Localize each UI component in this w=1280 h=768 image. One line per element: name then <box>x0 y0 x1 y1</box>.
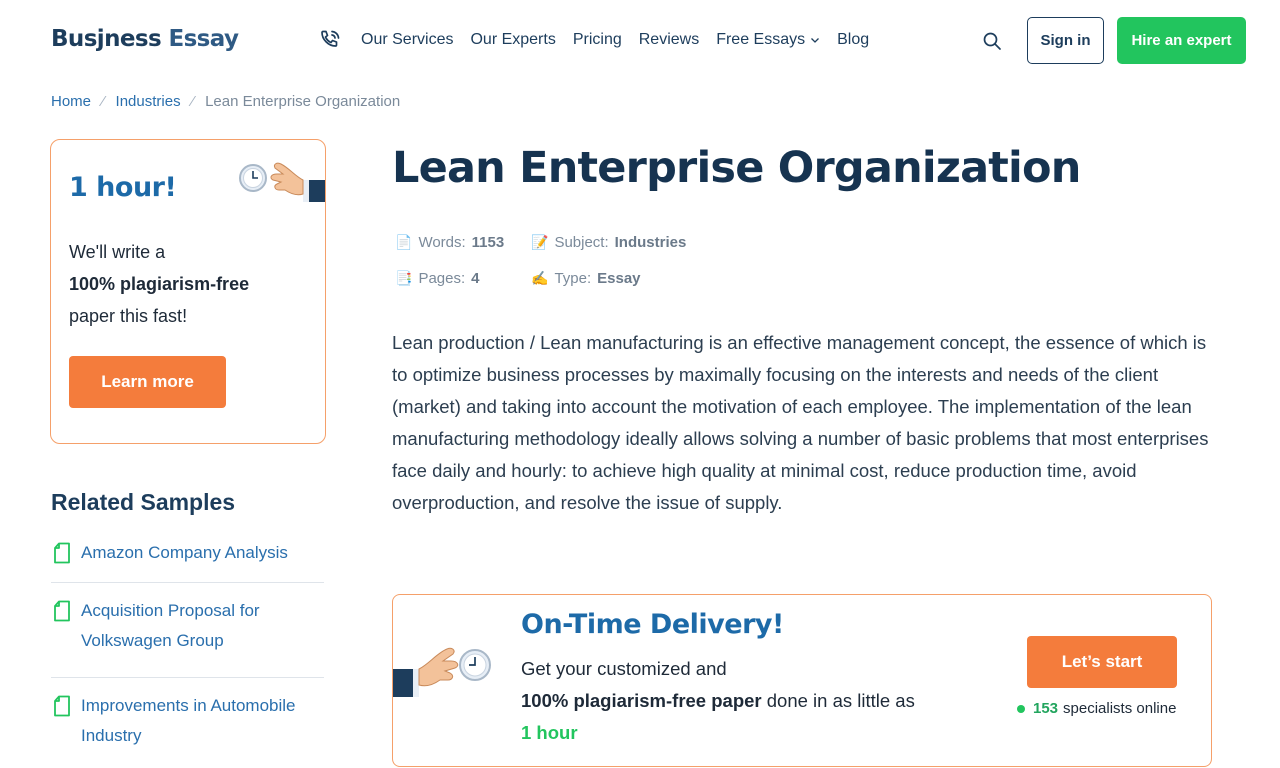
hire-expert-button[interactable]: Hire an expert <box>1117 17 1246 64</box>
delivery-card: On-Time Delivery! Get your customized an… <box>392 594 1212 767</box>
nav-our-services[interactable]: Our Services <box>361 31 453 49</box>
nav-blog[interactable]: Blog <box>837 31 869 49</box>
clock-hand-icon <box>393 647 491 697</box>
related-samples-heading: Related Samples <box>51 489 236 515</box>
online-label: specialists online <box>1063 700 1177 717</box>
related-item-label: Amazon Company Analysis <box>81 543 288 562</box>
nav-reviews[interactable]: Reviews <box>639 31 699 49</box>
related-item-label: Acquisition Proposal for Volkswagen Grou… <box>81 601 260 650</box>
delivery-highlight: 1 hour <box>521 722 578 743</box>
related-item-label: Improvements in Automobile Industry <box>81 696 296 745</box>
document-icon <box>54 600 70 622</box>
meta-pages: 📑 Pages: 4 <box>395 270 479 287</box>
chevron-down-icon <box>811 38 820 43</box>
promo-line-2: 100% plagiarism-free <box>69 268 309 300</box>
memo-icon: 📝 <box>531 234 549 250</box>
delivery-line-1: Get your customized and <box>521 658 727 679</box>
meta-words-value: 1153 <box>471 234 505 251</box>
document-icon <box>54 695 70 717</box>
meta-words: 📄 Words: 1153 <box>395 234 504 251</box>
nav-our-experts[interactable]: Our Experts <box>470 31 555 49</box>
breadcrumb-separator: ⁄ <box>102 93 105 110</box>
nav-free-essays[interactable]: Free Essays <box>716 31 820 49</box>
page-icon: 📄 <box>395 234 413 250</box>
related-item[interactable]: Amazon Company Analysis <box>51 530 324 583</box>
phone-icon[interactable] <box>318 29 342 53</box>
learn-more-button[interactable]: Learn more <box>69 356 226 408</box>
meta-pages-value: 4 <box>471 270 480 287</box>
meta-subject-label: Subject: <box>554 234 609 251</box>
breadcrumb-industries[interactable]: Industries <box>116 93 181 110</box>
specialists-online: 153 specialists online <box>1017 700 1176 717</box>
nav-pricing[interactable]: Pricing <box>573 31 622 49</box>
clock-hand-icon <box>239 162 325 202</box>
breadcrumb-separator: ⁄ <box>191 93 195 110</box>
online-status-dot <box>1017 704 1025 713</box>
delivery-text: Get your customized and 100% plagiarism-… <box>521 653 921 749</box>
promo-line-3: paper this fast! <box>69 306 188 326</box>
meta-subject-value: Industries <box>614 234 687 251</box>
search-icon[interactable] <box>982 31 1002 51</box>
sign-in-button[interactable]: Sign in <box>1027 17 1104 64</box>
meta-subject: 📝 Subject: Industries <box>531 234 686 251</box>
meta-type-value: Essay <box>597 270 641 287</box>
main-nav: Our Services Our Experts Pricing Reviews… <box>361 31 886 49</box>
nav-label: Blog <box>837 31 870 48</box>
related-item[interactable]: Acquisition Proposal for Volkswagen Grou… <box>51 583 324 678</box>
logo-part-2: Essay <box>168 26 239 52</box>
delivery-mid: done in as little as <box>766 690 915 711</box>
meta-words-label: Words: <box>418 234 466 251</box>
article-body: Lean production / Lean manufacturing is … <box>392 332 1209 513</box>
promo-title: 1 hour! <box>69 172 177 203</box>
writing-hand-icon: ✍️ <box>531 270 549 286</box>
nav-label: Our Experts <box>470 31 556 48</box>
online-count: 153 <box>1033 700 1059 717</box>
meta-type: ✍️ Type: Essay <box>531 270 641 287</box>
breadcrumb: Home ⁄ Industries ⁄ Lean Enterprise Orga… <box>51 93 400 110</box>
related-item[interactable]: Improvements in Automobile Industry <box>51 678 324 768</box>
pages-icon: 📑 <box>395 270 413 286</box>
promo-text: We'll write a 100% plagiarism-free paper… <box>69 236 309 332</box>
logo[interactable]: Busjness Essay <box>51 26 239 52</box>
logo-part-1: Busjness <box>51 26 162 52</box>
breadcrumb-current: Lean Enterprise Organization <box>205 93 401 110</box>
nav-label: Reviews <box>638 31 700 48</box>
promo-card: 1 hour! We'll write a 100% plagiarism-fr… <box>50 139 326 444</box>
breadcrumb-home[interactable]: Home <box>51 93 91 110</box>
nav-label: Pricing <box>572 31 622 48</box>
nav-label: Our Services <box>361 31 454 48</box>
delivery-title: On-Time Delivery! <box>521 609 784 640</box>
related-samples-list: Amazon Company Analysis Acquisition Prop… <box>51 530 324 768</box>
document-icon <box>54 542 70 564</box>
lets-start-button[interactable]: Let’s start <box>1027 636 1177 688</box>
nav-label: Free Essays <box>716 31 806 48</box>
meta-pages-label: Pages: <box>418 270 466 287</box>
meta-type-label: Type: <box>554 270 592 287</box>
promo-bold: 100% plagiarism-free <box>69 274 250 294</box>
page-title: Lean Enterprise Organization <box>392 143 1081 193</box>
site-header: Busjness Essay Our Services Our Experts … <box>0 0 1280 82</box>
promo-line-1: We'll write a <box>69 242 166 262</box>
delivery-bold: 100% plagiarism-free paper <box>521 690 762 711</box>
